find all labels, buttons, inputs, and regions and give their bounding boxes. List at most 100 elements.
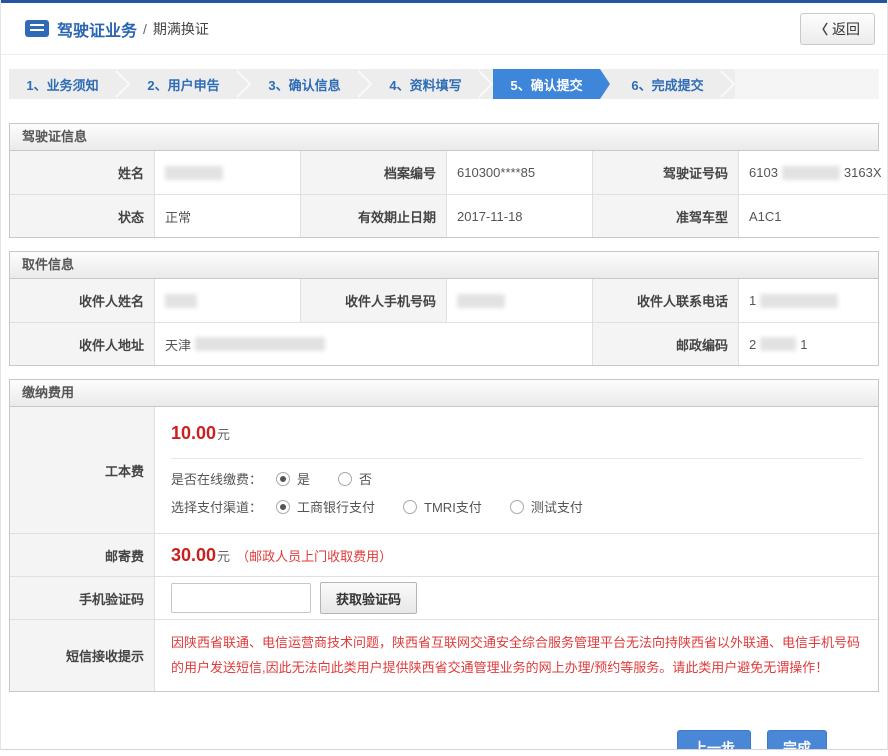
file-no-label: 档案编号 [300, 151, 446, 194]
step-tab-3[interactable]: 3、确认信息 [251, 69, 358, 99]
radio-icon[interactable] [510, 500, 524, 514]
mail-fee-value: 30.00元 （邮政人员上门收取费用） [154, 533, 878, 576]
postal-code-value: 2 1 [738, 322, 878, 365]
step-bar: 1、业务须知 2、用户申告 3、确认信息 4、资料填写 5、确认提交 6、完成提… [9, 69, 879, 99]
get-code-button[interactable]: 获取验证码 [320, 582, 417, 614]
pickup-info-header: 取件信息 [10, 252, 878, 279]
license-no-suffix: 3163X [844, 165, 882, 180]
step-tab-4[interactable]: 4、资料填写 [372, 69, 479, 99]
sms-code-label: 手机验证码 [10, 576, 154, 619]
payment-channel-question: 选择支付渠道： [171, 497, 262, 516]
file-no-value: 610300****85 [446, 151, 592, 194]
channel-test-label: 测试支付 [531, 497, 583, 516]
page: 驾驶证业务 / 期满换证 〈 返回 1、业务须知 2、用户申告 3、确认信息 4… [0, 0, 888, 750]
radio-icon[interactable] [276, 472, 290, 486]
pickup-info-table: 收件人姓名 收件人手机号码 收件人联系电话 1 收件人地址 天津 邮政编码 2 … [10, 279, 878, 365]
sms-code-cell: 获取验证码 [154, 576, 878, 619]
expiry-value: 2017-11-18 [446, 194, 592, 237]
header: 驾驶证业务 / 期满换证 〈 返回 [1, 3, 887, 55]
radio-icon[interactable] [276, 500, 290, 514]
mail-fee-label: 邮寄费 [10, 533, 154, 576]
recipient-mobile-label: 收件人手机号码 [300, 279, 446, 322]
license-info-section: 驾驶证信息 姓名 档案编号 610300****85 驾驶证号码 6103 31… [9, 123, 879, 238]
online-pay-no-option[interactable]: 否 [338, 469, 372, 488]
recipient-name-value [154, 279, 300, 322]
back-button[interactable]: 〈 返回 [800, 13, 875, 45]
mail-fee-amount: 30.00 [171, 545, 216, 566]
redacted-license-no [782, 166, 840, 180]
radio-icon[interactable] [338, 472, 352, 486]
payment-channel-row: 选择支付渠道： 工商银行支付 TMRI支付 测试支付 [171, 497, 862, 516]
fees-table: 工本费 10.00元 是否在线缴费： 是 否 选 [10, 407, 878, 691]
fees-header: 缴纳费用 [10, 380, 878, 407]
radio-icon[interactable] [403, 500, 417, 514]
online-pay-yes-label: 是 [297, 469, 310, 488]
channel-tmri-option[interactable]: TMRI支付 [403, 497, 482, 516]
channel-tmri-label: TMRI支付 [424, 497, 482, 516]
channel-icbc-label: 工商银行支付 [297, 497, 375, 516]
fees-section: 缴纳费用 工本费 10.00元 是否在线缴费： 是 否 [9, 379, 879, 692]
license-no-label: 驾驶证号码 [592, 151, 738, 194]
mail-fee-note: （邮政人员上门收取费用） [236, 546, 392, 565]
license-no-value: 6103 3163X [738, 151, 888, 194]
step-separator-icon [237, 69, 251, 99]
step-tab-2[interactable]: 2、用户申告 [130, 69, 237, 99]
page-title[interactable]: 驾驶证业务 [57, 17, 137, 41]
back-label: 返回 [832, 19, 860, 39]
step-separator-icon [479, 69, 493, 99]
recipient-address-prefix: 天津 [165, 335, 191, 354]
finish-button[interactable]: 完成 [767, 730, 827, 750]
name-label: 姓名 [10, 151, 154, 194]
expiry-label: 有效期止日期 [300, 194, 446, 237]
channel-test-option[interactable]: 测试支付 [510, 497, 583, 516]
vehicle-class-value: A1C1 [738, 194, 888, 237]
redacted-recipient-name [165, 294, 197, 308]
sms-tip-label: 短信接收提示 [10, 619, 154, 691]
license-info-table: 姓名 档案编号 610300****85 驾驶证号码 6103 3163X 状态… [10, 151, 878, 237]
mail-fee-unit: 元 [217, 546, 230, 565]
redacted-postal-code [760, 337, 796, 351]
online-pay-yes-option[interactable]: 是 [276, 469, 310, 488]
postal-code-prefix: 2 [749, 337, 756, 352]
postal-code-label: 邮政编码 [592, 322, 738, 365]
online-payment-question: 是否在线缴费： [171, 469, 262, 488]
status-label: 状态 [10, 194, 154, 237]
step-bar-filler [735, 69, 879, 99]
recipient-name-label: 收件人姓名 [10, 279, 154, 322]
channel-icbc-option[interactable]: 工商银行支付 [276, 497, 375, 516]
recipient-phone-value: 1 [738, 279, 878, 322]
recipient-mobile-value [446, 279, 592, 322]
license-menu-icon [25, 20, 49, 37]
breadcrumb-divider: / [143, 21, 147, 37]
sms-code-input[interactable] [171, 583, 311, 613]
production-fee-label: 工本费 [10, 407, 154, 533]
step-separator-icon [116, 69, 130, 99]
recipient-phone-label: 收件人联系电话 [592, 279, 738, 322]
online-pay-no-label: 否 [359, 469, 372, 488]
redacted-recipient-address [195, 337, 325, 351]
production-fee-unit: 元 [217, 427, 230, 442]
recipient-address-value: 天津 [154, 322, 592, 365]
step-tab-6[interactable]: 6、完成提交 [614, 69, 721, 99]
footer: 上一步 完成 [1, 692, 887, 750]
back-arrow-icon: 〈 [815, 19, 828, 38]
postal-code-suffix: 1 [800, 337, 807, 352]
license-no-prefix: 6103 [749, 165, 778, 180]
sms-tip-cell: 因陕西省联通、电信运营商技术问题，陕西省互联网交通安全综合服务管理平台无法向持陕… [154, 619, 878, 691]
page-subtitle: 期满换证 [153, 19, 209, 39]
step-tab-5-active[interactable]: 5、确认提交 [493, 69, 600, 99]
redacted-recipient-mobile [457, 294, 505, 308]
production-fee-value: 10.00元 是否在线缴费： 是 否 选择支付渠道： [154, 407, 878, 533]
previous-step-button[interactable]: 上一步 [677, 730, 751, 750]
production-fee-amount: 10.00 [171, 423, 216, 443]
redacted-name [165, 166, 223, 180]
recipient-phone-prefix: 1 [749, 293, 756, 308]
sms-tip-text: 因陕西省联通、电信运营商技术问题，陕西省互联网交通安全综合服务管理平台无法向持陕… [171, 630, 862, 681]
step-tab-1[interactable]: 1、业务须知 [9, 69, 116, 99]
status-value: 正常 [154, 194, 300, 237]
license-info-header: 驾驶证信息 [10, 124, 878, 151]
step-separator-icon [721, 69, 735, 99]
name-value [154, 151, 300, 194]
vehicle-class-label: 准驾车型 [592, 194, 738, 237]
production-fee-amount-row: 10.00元 [171, 417, 862, 459]
